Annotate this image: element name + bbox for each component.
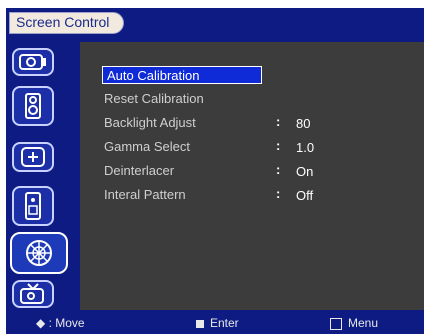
sidebar-item-position[interactable] bbox=[12, 142, 54, 172]
speaker-icon bbox=[25, 93, 41, 119]
osd-window: Screen Control Auto Calibration Reset Ca… bbox=[6, 8, 424, 334]
hint-move: ◆ : Move bbox=[36, 316, 85, 330]
sidebar-item-mesh[interactable] bbox=[10, 232, 68, 274]
menu-row-interal-pattern[interactable]: Interal Pattern bbox=[104, 186, 186, 204]
menu-row-label: Interal Pattern bbox=[104, 187, 186, 202]
menu-row-reset-calibration[interactable]: Reset Calibration bbox=[104, 90, 204, 108]
menu-row-gamma-select[interactable]: Gamma Select bbox=[104, 138, 190, 156]
separator-colon: : bbox=[276, 114, 281, 129]
sidebar-item-speaker[interactable] bbox=[12, 86, 54, 126]
gamma-value: 1.0 bbox=[296, 140, 315, 155]
sidebar bbox=[6, 42, 78, 310]
pattern-value: Off bbox=[296, 188, 314, 203]
hint-enter: Enter bbox=[196, 315, 239, 331]
hint-enter-label: Enter bbox=[210, 316, 239, 330]
menu-row-backlight-adjust[interactable]: Backlight Adjust bbox=[104, 114, 196, 132]
separator-colon: : bbox=[276, 138, 281, 153]
crosshair-icon bbox=[21, 147, 45, 167]
menu-row-label: Reset Calibration bbox=[104, 91, 204, 106]
window-title: Screen Control bbox=[9, 12, 125, 34]
enter-icon bbox=[196, 319, 204, 328]
remote-icon bbox=[25, 192, 41, 220]
menu-row-label: Deinterlacer bbox=[104, 163, 175, 178]
menu-row-label: Gamma Select bbox=[104, 139, 190, 154]
separator-colon: : bbox=[276, 162, 281, 177]
screen: Screen Control Auto Calibration Reset Ca… bbox=[0, 0, 430, 334]
hint-menu: Menu bbox=[330, 315, 378, 331]
window-title-text: Screen Control bbox=[16, 14, 110, 30]
menu-row-label: Backlight Adjust bbox=[104, 115, 196, 130]
hint-menu-label: Menu bbox=[348, 316, 379, 330]
display-icon bbox=[19, 54, 46, 70]
separator-colon: : bbox=[276, 186, 281, 201]
backlight-value: 80 bbox=[296, 116, 311, 131]
footer-bar: ◆ : Move Enter Menu bbox=[6, 312, 424, 334]
settings-panel: Auto Calibration Reset Calibration Backl… bbox=[80, 42, 424, 310]
title-bar: Screen Control bbox=[6, 8, 424, 36]
menu-row-label: Auto Calibration bbox=[107, 68, 200, 83]
sidebar-item-display[interactable] bbox=[12, 48, 54, 76]
sidebar-item-remote[interactable] bbox=[12, 186, 54, 226]
menu-row-deinterlacer[interactable]: Deinterlacer bbox=[104, 162, 174, 180]
mesh-globe-icon bbox=[26, 240, 52, 266]
menu-icon bbox=[330, 317, 342, 330]
tv-icon bbox=[20, 283, 44, 304]
deinterlacer-value: On bbox=[296, 164, 314, 179]
sidebar-item-tv[interactable] bbox=[12, 280, 54, 308]
menu-row-auto-calibration[interactable]: Auto Calibration bbox=[102, 66, 262, 84]
